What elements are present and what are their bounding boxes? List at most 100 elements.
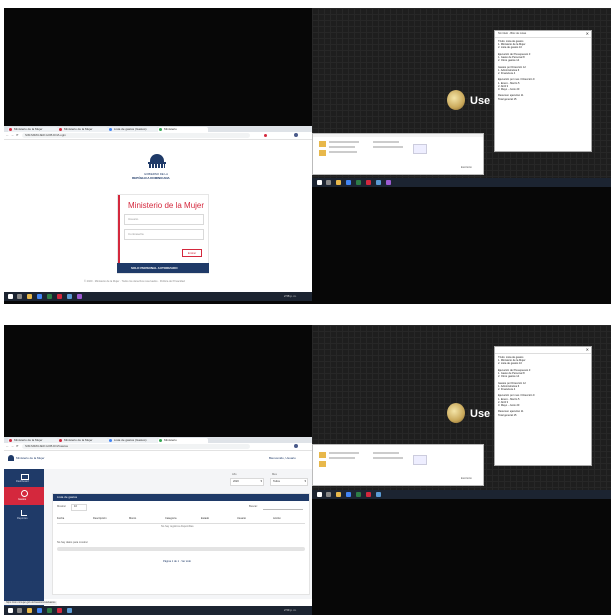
reload-icon[interactable]: ⟳ [16,133,19,137]
notepad-text[interactable]: Título: Lista de gastos 1. Ministerio de … [498,40,588,148]
month-select[interactable]: Todos ▾ [270,478,308,486]
folder-icon[interactable] [27,608,32,613]
app-icon[interactable] [47,294,52,299]
app-icon[interactable] [356,180,361,185]
auth-banner: SOLO PERSONAL AUTORIZADO [117,263,209,273]
login-button[interactable]: Entrar [182,249,202,257]
address-bar: ← → ⟳ SIM.MIMUJER.GOB.DO/Gastos [4,443,312,451]
app-header: Ministerio de la Mujer Bienvenido, Usuar… [4,451,312,470]
header-title: Ministerio de la Mujer [16,456,45,460]
folder-icon[interactable] [336,180,341,185]
app-icon[interactable] [366,180,371,185]
search-icon[interactable] [17,608,22,613]
header-user[interactable]: Bienvenido, Usuario [269,456,296,460]
sidebar-item-gastos[interactable]: Gastos [4,487,44,505]
notepad-text[interactable]: Título: Lista de gastos 1. Ministerio de … [498,356,588,462]
address-bar: ← → ⟳ SIM.MIMUJER.GOB.DO/Login [4,132,312,140]
taskbar-left-top: 2:58 p. m. [4,292,312,301]
chrome-icon[interactable] [37,608,42,613]
file-explorer-window[interactable]: Escritorio [312,444,484,486]
app-icon[interactable] [366,492,371,497]
app-icon[interactable] [67,294,72,299]
favicon-icon [109,128,112,131]
app-icon[interactable] [67,608,72,613]
chrome-icon[interactable] [346,180,351,185]
folder-icon[interactable] [27,294,32,299]
app-icon[interactable] [386,180,391,185]
notepad-window[interactable]: ✕ Título: Lista de gastos 1. Ministerio d… [494,346,592,466]
password-field[interactable]: Contraseña [124,229,204,240]
url-field[interactable]: SIM.MIMUJER.GOB.DO/Login [22,133,250,138]
favicon-icon [9,439,12,442]
year-label: Año [232,473,237,476]
tab-label: Lista de gastos (Gastos) [114,438,147,442]
search-icon[interactable] [326,492,331,497]
tab-label: Lista de gastos (Gastos) [114,127,147,131]
close-icon[interactable]: ✕ [586,347,589,352]
column-header[interactable]: Acción [273,517,281,521]
reload-icon[interactable]: ⟳ [16,444,19,448]
favicon-icon [109,439,112,442]
column-header[interactable]: Estado [201,517,209,521]
column-header[interactable]: Monto [129,517,136,521]
table-header: Fecha Descripción Monto Categoría Estado Usua… [57,516,305,524]
search-icon[interactable] [17,294,22,299]
app-icon[interactable] [376,492,381,497]
app-icon[interactable] [47,608,52,613]
notepad-line: Total general 15 [498,413,517,417]
profile-icon[interactable] [294,133,298,137]
footer-text: © 2020 · Ministerio de la Mujer · Todos … [84,280,185,283]
chrome-icon[interactable] [37,294,42,299]
forward-icon[interactable]: → [11,444,14,448]
windows-icon[interactable] [317,492,322,497]
sidebar-item-reportes[interactable]: Reportes [4,507,44,523]
year-select[interactable]: 2020 ▾ [230,478,264,486]
extension-icon[interactable] [264,134,267,137]
sidebar-item-dashboard[interactable]: Dashboard [4,471,44,487]
search-icon[interactable] [326,180,331,185]
card-title: Lista de gastos [57,495,78,499]
column-header[interactable]: Usuario [237,517,246,521]
column-header[interactable]: Fecha [57,517,64,521]
page-size-select[interactable]: 10 [71,504,87,511]
brain-icon [447,403,465,423]
empty-row: No hay registros disponibles [161,525,194,528]
url-field[interactable]: SIM.MIMUJER.GOB.DO/Gastos [22,444,250,449]
close-icon[interactable]: ✕ [586,31,589,36]
notepad-titlebar: ✕ [495,347,591,354]
notepad-window[interactable]: Sin título - Bloc de notas ✕ Título: Lis… [494,30,592,152]
app-icon[interactable] [57,294,62,299]
browser-window-top: Ministerio de la Mujer Ministerio de la M… [4,126,312,292]
explorer-status: Escritorio [461,477,472,480]
card-header: Lista de gastos [53,494,309,501]
notepad-line: Total general 15 [498,97,517,101]
back-icon[interactable]: ← [6,444,9,448]
app-icon[interactable] [57,608,62,613]
folder-icon [319,452,326,458]
forward-icon[interactable]: → [11,133,14,137]
app-icon[interactable] [376,180,381,185]
pagination[interactable]: Página 1 de 1 · Ver todo [163,558,191,564]
username-field[interactable]: Usuario [124,214,204,225]
tab-label: Ministerio [164,438,177,442]
app-icon[interactable] [356,492,361,497]
windows-icon[interactable] [8,294,13,299]
windows-icon[interactable] [317,180,322,185]
chrome-icon[interactable] [346,492,351,497]
windows-icon[interactable] [8,608,13,613]
folder-icon [319,150,326,156]
search-input[interactable] [263,509,303,510]
main-content: Año 2020 ▾ Mes Todos ▾ Lista de gastos M… [44,469,312,599]
month-label: Mes [272,473,277,476]
use-label: Use [470,95,491,107]
folder-icon [319,141,326,147]
profile-icon[interactable] [294,444,298,448]
folder-icon[interactable] [336,492,341,497]
column-header[interactable]: Descripción [93,517,107,521]
tab-label: Ministerio [164,127,177,131]
back-icon[interactable]: ← [6,133,9,137]
file-explorer-window[interactable]: Escritorio [312,133,484,175]
app-icon[interactable] [77,294,82,299]
explorer-status: Escritorio [461,166,472,169]
column-header[interactable]: Categoría [165,517,176,521]
